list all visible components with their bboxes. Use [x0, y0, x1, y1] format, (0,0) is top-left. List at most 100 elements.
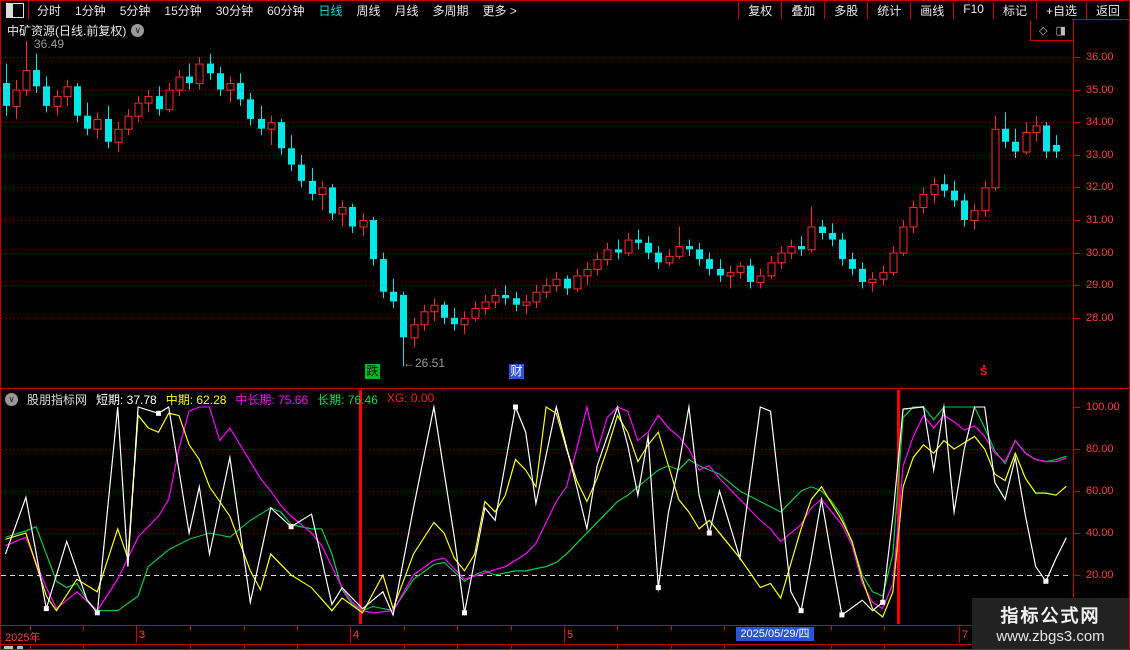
period-tabs: 分时 1分钟 5分钟 15分钟 30分钟 60分钟 日线 周线 月线 多周期 更多 > [37, 2, 517, 19]
tab-period-8[interactable]: 月线 [395, 2, 419, 19]
week-tick [617, 626, 618, 631]
price-axis: 36.00 35.00 34.00 33.00 32.00 31.00 30.00 29.00… [1073, 19, 1129, 643]
price-tick [1074, 89, 1080, 91]
indicator-label-3: 40.00 [1086, 527, 1114, 539]
year-label: 2025年 [5, 632, 41, 644]
price-tick [1074, 252, 1080, 254]
action-button-1[interactable]: 叠加 [781, 1, 824, 19]
indicator-header: ∨ 股朋指标网 短期: 37.78 中期: 62.28 中长期: 75.66 长期: … [5, 391, 434, 408]
week-tick [457, 626, 458, 631]
action-button-7[interactable]: +自选 [1035, 1, 1086, 19]
tab-period-5[interactable]: 60分钟 [267, 2, 304, 19]
price-tick [1074, 285, 1080, 287]
indicator-tick [1074, 491, 1080, 492]
price-label-7: 29.00 [1086, 279, 1114, 292]
action-button-5[interactable]: F10 [953, 1, 993, 19]
indicator-tick [1074, 407, 1080, 408]
panel-divider [1, 388, 1129, 389]
tab-period-1[interactable]: 1分钟 [75, 2, 106, 19]
week-tick [511, 644, 512, 649]
indicator-field-1: 中期: 62.28 [165, 393, 227, 407]
price-label-8: 28.00 [1086, 311, 1114, 324]
next-panel-cutoff [1, 644, 1073, 649]
price-label-4: 32.00 [1086, 181, 1114, 194]
fall-badge: 跌 [365, 364, 380, 379]
sell-marker-letter: S [980, 366, 988, 378]
selected-date-label[interactable]: 2025/05/29/四 [736, 627, 814, 641]
week-tick [190, 644, 191, 649]
indicator-tick [1074, 533, 1080, 534]
indicator-source[interactable]: 股朋指标网 [27, 391, 87, 408]
week-tick [724, 626, 725, 631]
chevron-down-icon[interactable]: ∨ [131, 24, 145, 37]
week-tick [511, 626, 512, 631]
week-tick [671, 644, 672, 649]
watermark-site-name: 指标公式网 [1000, 606, 1101, 626]
tab-period-0[interactable]: 分时 [37, 2, 61, 19]
indicator-chart[interactable] [1, 389, 1072, 625]
indicator-label-2: 60.00 [1086, 485, 1114, 497]
tab-period-6[interactable]: 日线 [318, 2, 342, 19]
price-tick [1074, 317, 1080, 319]
tab-period-10[interactable]: 更多 > [483, 2, 517, 19]
price-tick [1074, 187, 1080, 189]
sell-marker: S [980, 365, 988, 378]
action-button-2[interactable]: 多股 [824, 1, 867, 19]
next-panel-remnant [17, 646, 23, 649]
app-window: 分时 1分钟 5分钟 15分钟 30分钟 60分钟 日线 周线 月线 多周期 更多 > 复权 叠加 多股… [0, 0, 1130, 650]
tab-period-2[interactable]: 5分钟 [120, 2, 151, 19]
price-tick [1074, 220, 1080, 221]
price-label-3: 33.00 [1086, 148, 1114, 161]
indicator-label-0: 100.00 [1086, 401, 1120, 413]
tab-period-3[interactable]: 15分钟 [164, 2, 201, 19]
candlestick-chart[interactable] [1, 19, 1072, 388]
indicator-values: 短期: 37.78 中期: 62.28 中长期: 75.66 长期: 76.46 XG:… [96, 391, 434, 408]
week-tick [671, 626, 672, 631]
action-buttons: 复权 叠加 多股 统计 画线 F10 标记 +自选 返回 [738, 1, 1129, 19]
week-tick [297, 626, 298, 631]
week-tick [83, 626, 84, 631]
month-tick [959, 626, 960, 643]
week-tick [190, 626, 191, 631]
month-label-1: 4 [353, 629, 360, 641]
indicator-field-3: 长期: 76.46 [317, 393, 378, 407]
indicator-field-0: 短期: 37.78 [96, 393, 157, 407]
month-label-0: 3 [139, 629, 146, 641]
price-label-1: 35.00 [1086, 83, 1114, 96]
week-tick [30, 626, 31, 631]
price-label-5: 31.00 [1086, 214, 1114, 226]
action-button-3[interactable]: 统计 [867, 1, 910, 19]
month-label-3: 7 [962, 629, 969, 641]
indicator-field-2: 中长期: 75.66 [235, 393, 309, 407]
top-toolbar: 分时 1分钟 5分钟 15分钟 30分钟 60分钟 日线 周线 月线 多周期 更多 > 复权 叠加 多股… [1, 1, 1129, 20]
price-label-0: 36.00 [1086, 51, 1114, 63]
indicator-tick [1074, 575, 1080, 576]
week-tick [244, 626, 245, 631]
price-label-2: 34.00 [1086, 116, 1114, 129]
month-tick [136, 626, 137, 643]
split-view-icon[interactable]: ◨ [1056, 24, 1066, 37]
action-button-6[interactable]: 标记 [992, 1, 1036, 19]
week-tick [457, 644, 458, 649]
week-tick [724, 644, 725, 649]
week-tick [884, 644, 885, 649]
diamond-icon[interactable]: ◇ [1039, 24, 1047, 37]
tab-period-4[interactable]: 30分钟 [216, 2, 253, 19]
action-button-0[interactable]: 复权 [738, 1, 781, 19]
mini-toolbar: ◇ ◨ [1030, 20, 1074, 41]
collapse-indicator-icon[interactable]: ∨ [5, 393, 18, 406]
split-pane-icon[interactable] [6, 2, 24, 18]
tab-period-9[interactable]: 多周期 [433, 2, 469, 19]
watermark-url: www.zbgs3.com [996, 628, 1105, 645]
price-tick [1074, 122, 1080, 124]
month-tick [350, 626, 351, 643]
action-button-8[interactable]: 返回 [1085, 1, 1129, 19]
indicator-label-4: 20.00 [1086, 569, 1114, 581]
tab-period-7[interactable]: 周线 [356, 2, 380, 19]
week-tick [297, 644, 298, 649]
action-button-4[interactable]: 画线 [910, 1, 953, 19]
wealth-badge: 财 [509, 364, 524, 379]
week-tick [617, 644, 618, 649]
date-axis: 2025年 2025/05/29/四 3 4 5 7 [1, 625, 1073, 645]
chart-title-row: 中矿资源(日线.前复权) ∨ [7, 22, 145, 39]
